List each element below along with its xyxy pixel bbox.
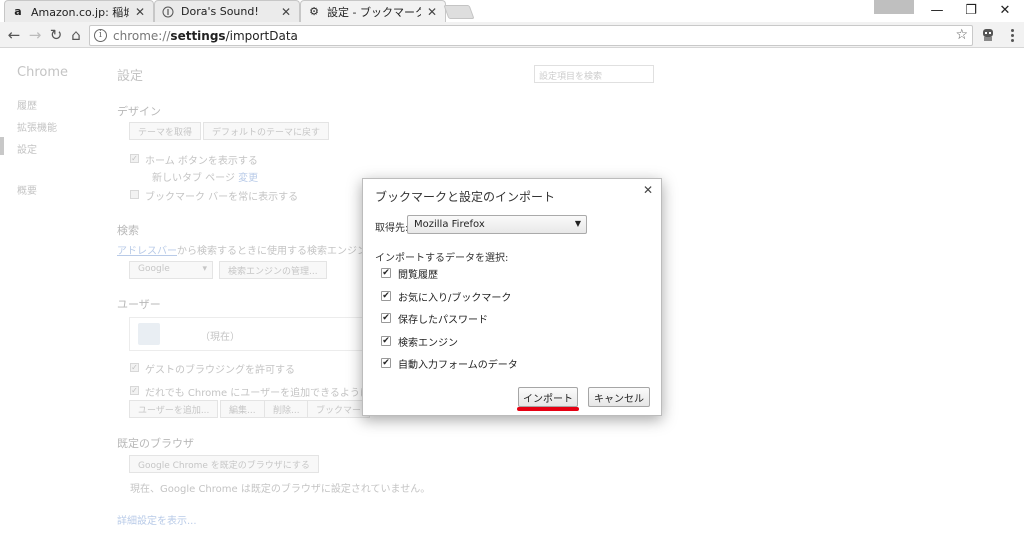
checkbox[interactable]: ✔: [381, 268, 391, 278]
choose-data-label: インポートするデータを選択:: [375, 253, 509, 264]
bookmark-star-icon[interactable]: ☆: [955, 27, 968, 43]
tab-title: 設定 - ブックマークと設定のイ: [327, 5, 421, 19]
delete-user-button[interactable]: 削除...: [264, 400, 309, 418]
tab-title: Amazon.co.jp: 稲城浩: [31, 5, 129, 19]
page-title: 設定: [117, 69, 144, 84]
sidebar-item-settings[interactable]: 設定: [17, 141, 37, 156]
checkbox[interactable]: ✔: [381, 291, 391, 301]
allow-add-checkbox[interactable]: ✓: [130, 386, 139, 395]
dialog-title: ブックマークと設定のインポート: [375, 190, 556, 204]
search-engine-select[interactable]: Google ▾: [129, 261, 213, 279]
gear-icon: ⚙: [309, 5, 319, 18]
import-button[interactable]: インポート: [518, 387, 578, 407]
design-heading: デザイン: [117, 105, 161, 118]
edit-user-button[interactable]: 編集...: [220, 400, 265, 418]
default-browser-heading: 既定のブラウザ: [117, 437, 194, 450]
extension-icon[interactable]: [980, 27, 996, 43]
tab-close-icon[interactable]: ✕: [279, 5, 293, 19]
highlight-underline: [517, 407, 579, 411]
check-icon: ✔: [382, 357, 390, 368]
import-dialog: ブックマークと設定のインポート ✕ 取得先: Mozilla Firefox ▼…: [362, 178, 662, 416]
users-heading: ユーザー: [117, 298, 161, 311]
tab-settings[interactable]: ⚙ 設定 - ブックマークと設定のイ ✕: [300, 0, 446, 22]
home-icon[interactable]: ⌂: [67, 26, 85, 44]
reload-icon[interactable]: ↻: [47, 26, 65, 44]
show-home-label: ホーム ボタンを表示する: [145, 156, 258, 167]
address-bar[interactable]: i chrome://settings/importData ☆: [89, 25, 973, 46]
manage-engines-button[interactable]: 検索エンジンの管理...: [219, 261, 327, 279]
browser-toolbar: ← → ↻ ⌂ i chrome://settings/importData ☆: [0, 22, 1024, 48]
allow-add-label: だれでも Chrome にユーザーを追加できるようにする: [145, 388, 390, 399]
check-icon: ✔: [382, 290, 390, 301]
chevron-down-icon: ▼: [574, 219, 581, 228]
sidebar-item-history[interactable]: 履歴: [17, 97, 37, 112]
check-icon: ✔: [382, 335, 390, 346]
forward-icon[interactable]: →: [26, 26, 44, 44]
info-icon[interactable]: i: [94, 29, 107, 42]
show-home-checkbox[interactable]: ✓: [130, 154, 139, 163]
checkbox[interactable]: ✔: [381, 336, 391, 346]
tab-strip: a Amazon.co.jp: 稲城浩 ✕ Dora's Sound! ✕ ⚙ …: [0, 0, 1024, 22]
checkbox[interactable]: ✔: [381, 313, 391, 323]
import-from-label: 取得先:: [375, 223, 409, 234]
cancel-button[interactable]: キャンセル: [588, 387, 650, 407]
search-desc: アドレスバーから検索するときに使用する検索エンジンを: [117, 246, 377, 257]
tab-doras-sound[interactable]: Dora's Sound! ✕: [154, 0, 300, 22]
new-tab-button[interactable]: [443, 5, 475, 19]
minimize-button[interactable]: —: [920, 0, 954, 20]
menu-icon[interactable]: [1006, 26, 1018, 44]
address-bar-link[interactable]: アドレスバー: [117, 246, 177, 257]
bookmarks-bar-label: ブックマーク バーを常に表示する: [145, 192, 299, 203]
sidebar-title: Chrome: [17, 65, 68, 80]
guest-label: ゲストのブラウジングを許可する: [145, 365, 295, 376]
import-bookmarks-button[interactable]: ブックマー: [307, 400, 371, 418]
tab-close-icon[interactable]: ✕: [133, 5, 147, 19]
profile-area[interactable]: [874, 0, 914, 14]
import-from-value: Mozilla Firefox: [414, 219, 485, 230]
site-info-icon: [161, 5, 175, 19]
guest-checkbox[interactable]: ✓: [130, 363, 139, 372]
option-passwords[interactable]: ✔ 保存したパスワード: [381, 311, 488, 326]
tab-close-icon[interactable]: ✕: [425, 5, 439, 19]
default-browser-status: 現在、Google Chrome は既定のブラウザに設定されていません。: [130, 484, 431, 495]
option-bookmarks[interactable]: ✔ お気に入り/ブックマーク: [381, 289, 511, 304]
search-heading: 検索: [117, 224, 139, 237]
current-user-label: （現在）: [200, 332, 240, 343]
settings-search-input[interactable]: 設定項目を検索: [534, 65, 654, 83]
option-autofill[interactable]: ✔ 自動入力フォームのデータ: [381, 356, 518, 371]
sidebar-item-extensions[interactable]: 拡張機能: [17, 119, 57, 134]
amazon-icon: a: [14, 5, 22, 18]
back-icon[interactable]: ←: [5, 26, 23, 44]
close-icon[interactable]: ✕: [643, 183, 653, 197]
reset-theme-button[interactable]: デフォルトのテーマに戻す: [203, 122, 330, 140]
option-history[interactable]: ✔ 閲覧履歴: [381, 266, 438, 281]
import-from-select[interactable]: Mozilla Firefox ▼: [407, 215, 587, 234]
get-themes-button[interactable]: テーマを取得: [129, 122, 202, 140]
change-link[interactable]: 変更: [238, 173, 258, 184]
check-icon: ✔: [382, 312, 390, 323]
show-advanced-link[interactable]: 詳細設定を表示...: [117, 512, 197, 527]
new-tab-page-label: 新しいタブ ページ 変更: [152, 173, 259, 184]
option-search-engines[interactable]: ✔ 検索エンジン: [381, 334, 458, 349]
avatar: [138, 323, 160, 345]
add-user-button[interactable]: ユーザーを追加...: [129, 400, 219, 418]
tab-amazon[interactable]: a Amazon.co.jp: 稲城浩 ✕: [4, 0, 154, 22]
make-default-button[interactable]: Google Chrome を既定のブラウザにする: [129, 455, 319, 473]
url-text: chrome://settings/importData: [113, 28, 298, 43]
restore-button[interactable]: ❐: [954, 0, 988, 20]
sidebar-item-about[interactable]: 概要: [17, 182, 37, 197]
checkbox[interactable]: ✔: [381, 358, 391, 368]
close-window-button[interactable]: ✕: [988, 0, 1022, 20]
sidebar-active-indicator: [0, 137, 4, 155]
tab-title: Dora's Sound!: [181, 5, 259, 18]
check-icon: ✔: [382, 267, 390, 278]
bookmarks-bar-checkbox[interactable]: [130, 190, 139, 199]
